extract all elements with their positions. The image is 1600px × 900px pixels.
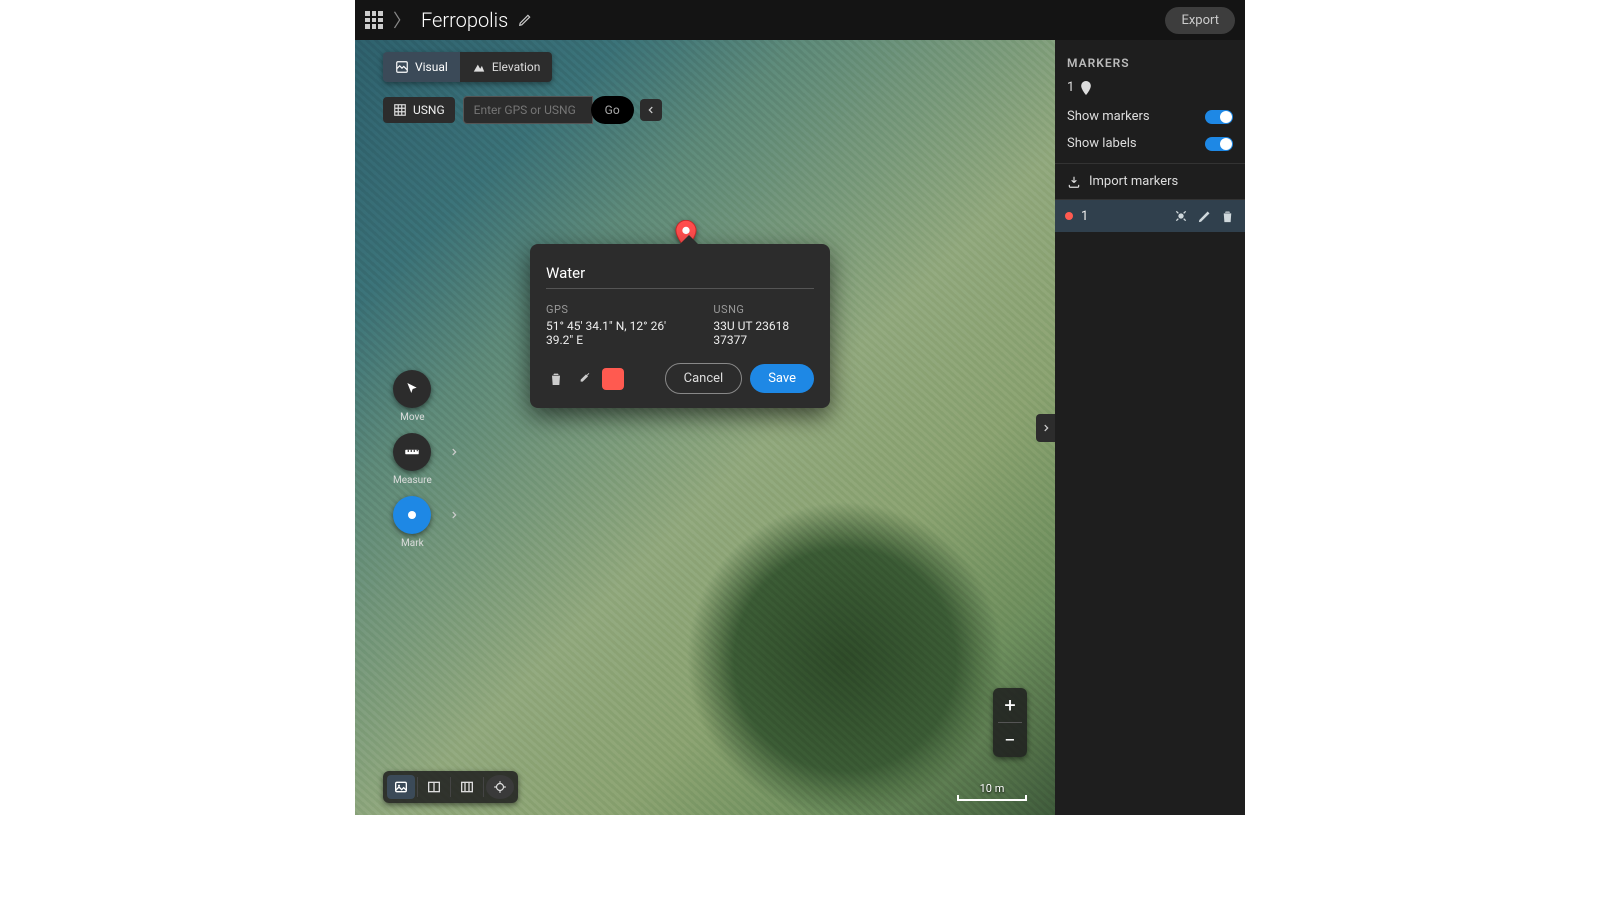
tab-elevation[interactable]: Elevation bbox=[460, 52, 553, 82]
scale-bar: 10 m bbox=[957, 782, 1027, 801]
split-icon bbox=[426, 779, 442, 795]
locate-marker-button[interactable] bbox=[1173, 208, 1189, 224]
grid-icon bbox=[393, 103, 407, 117]
zoom-control: + − bbox=[993, 688, 1027, 757]
markers-sidebar: MARKERS 1 Show markers Show labels Impor… bbox=[1055, 40, 1245, 815]
tool-measure: Measure bbox=[393, 433, 432, 486]
trash-icon bbox=[548, 371, 564, 387]
coord-system-label: USNG bbox=[413, 103, 445, 117]
image-icon bbox=[393, 779, 409, 795]
ruler-icon bbox=[403, 443, 421, 461]
locate-icon bbox=[1173, 208, 1189, 224]
marker-coords: GPS 51° 45' 34.1" N, 12° 26' 39.2" E USN… bbox=[546, 303, 814, 347]
show-labels-toggle[interactable] bbox=[1205, 137, 1233, 151]
cancel-button[interactable]: Cancel bbox=[665, 363, 743, 394]
tab-visual-label: Visual bbox=[415, 60, 448, 74]
tab-visual[interactable]: Visual bbox=[383, 52, 460, 82]
coord-input[interactable] bbox=[463, 96, 593, 124]
main: Visual Elevation USNG Go bbox=[355, 40, 1245, 815]
apps-menu-icon[interactable] bbox=[365, 11, 383, 29]
view-split-button[interactable] bbox=[420, 775, 448, 799]
marker-color-dot bbox=[1065, 212, 1073, 220]
tool-measure-button[interactable] bbox=[393, 433, 431, 471]
target-icon bbox=[493, 780, 507, 794]
tool-measure-expand[interactable] bbox=[449, 447, 459, 457]
map-viewport[interactable]: Visual Elevation USNG Go bbox=[355, 40, 1055, 815]
marker-count: 1 bbox=[1055, 80, 1245, 103]
view-column-button[interactable] bbox=[453, 775, 481, 799]
import-markers-label: Import markers bbox=[1089, 174, 1178, 189]
chevron-left-icon bbox=[646, 105, 656, 115]
tool-move-button[interactable] bbox=[393, 370, 431, 408]
cursor-icon bbox=[404, 381, 420, 397]
chevron-right-icon bbox=[1041, 423, 1051, 433]
toggle-show-markers-row: Show markers bbox=[1055, 103, 1245, 130]
pencil-icon bbox=[1197, 209, 1212, 224]
coord-system-button[interactable]: USNG bbox=[383, 97, 455, 123]
gps-label: GPS bbox=[546, 303, 689, 316]
breadcrumb-separator: 〉 bbox=[393, 7, 411, 33]
marker-edit-popup: GPS 51° 45' 34.1" N, 12° 26' 39.2" E USN… bbox=[530, 244, 830, 408]
header: 〉 Ferropolis Export bbox=[355, 0, 1245, 40]
gps-value: 51° 45' 34.1" N, 12° 26' 39.2" E bbox=[546, 319, 689, 347]
coord-go-button[interactable]: Go bbox=[591, 96, 634, 124]
zoom-in-button[interactable]: + bbox=[993, 688, 1027, 722]
show-markers-toggle[interactable] bbox=[1205, 110, 1233, 124]
tool-stack: Move Measure bbox=[393, 370, 432, 559]
chevron-right-icon bbox=[449, 447, 459, 457]
app-window: 〉 Ferropolis Export Visual Elevation bbox=[355, 0, 1245, 815]
scale-label: 10 m bbox=[980, 782, 1005, 795]
chevron-right-icon bbox=[449, 510, 459, 520]
import-icon bbox=[1067, 175, 1081, 189]
marker-count-value: 1 bbox=[1067, 80, 1074, 95]
marker-list-item[interactable]: 1 bbox=[1055, 200, 1245, 232]
delete-marker-button[interactable] bbox=[546, 369, 566, 389]
trash-icon bbox=[1220, 209, 1235, 224]
tool-measure-label: Measure bbox=[393, 475, 432, 486]
view-mode-strip bbox=[383, 771, 518, 803]
marker-name-input[interactable] bbox=[546, 260, 814, 289]
tool-mark-expand[interactable] bbox=[449, 510, 459, 520]
columns-icon bbox=[459, 779, 475, 795]
usng-label: USNG bbox=[713, 303, 814, 316]
layer-mode-tabs: Visual Elevation bbox=[383, 52, 552, 82]
page-title: Ferropolis bbox=[421, 8, 508, 32]
tool-move-label: Move bbox=[400, 412, 424, 423]
color-swatch[interactable] bbox=[602, 368, 624, 390]
scale-bar-line bbox=[957, 795, 1027, 801]
tool-move: Move bbox=[393, 370, 431, 423]
tab-elevation-label: Elevation bbox=[492, 60, 541, 74]
eyedropper-button[interactable] bbox=[574, 369, 594, 389]
tool-mark-button[interactable] bbox=[393, 496, 431, 534]
usng-value: 33U UT 23618 37377 bbox=[713, 319, 814, 347]
view-minimap-button[interactable] bbox=[486, 775, 514, 799]
show-labels-label: Show labels bbox=[1067, 136, 1137, 151]
collapse-sidebar-button[interactable] bbox=[1036, 414, 1055, 442]
eyedropper-icon bbox=[576, 371, 592, 387]
edit-marker-button[interactable] bbox=[1197, 209, 1212, 224]
coordinate-bar: USNG Go bbox=[383, 96, 662, 124]
marker-id-label: 1 bbox=[1081, 209, 1088, 224]
import-markers-button[interactable]: Import markers bbox=[1055, 163, 1245, 200]
elevation-icon bbox=[472, 60, 486, 74]
view-2d-button[interactable] bbox=[387, 775, 415, 799]
show-markers-label: Show markers bbox=[1067, 109, 1150, 124]
zoom-out-button[interactable]: − bbox=[993, 723, 1027, 757]
save-button[interactable]: Save bbox=[750, 364, 814, 393]
delete-marker-list-button[interactable] bbox=[1220, 209, 1235, 224]
collapse-coord-button[interactable] bbox=[640, 99, 662, 121]
tool-mark-label: Mark bbox=[401, 538, 424, 549]
edit-title-button[interactable] bbox=[518, 13, 532, 27]
dot-icon bbox=[407, 510, 417, 520]
pin-small-icon bbox=[1080, 81, 1092, 95]
visual-icon bbox=[395, 60, 409, 74]
export-button[interactable]: Export bbox=[1165, 7, 1235, 34]
map-imagery bbox=[355, 40, 1055, 815]
tool-mark: Mark bbox=[393, 496, 431, 549]
toggle-show-labels-row: Show labels bbox=[1055, 130, 1245, 157]
sidebar-title: MARKERS bbox=[1067, 56, 1233, 70]
